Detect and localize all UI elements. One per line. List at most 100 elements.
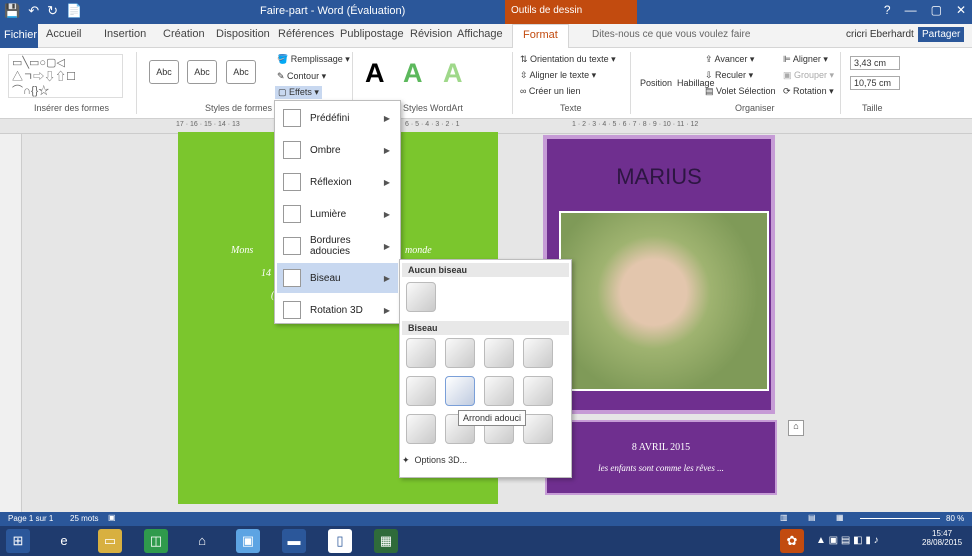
date-card[interactable]: 8 AVRIL 2015 les enfants sont comme les …: [545, 420, 777, 495]
share-button[interactable]: Partager: [918, 27, 965, 42]
help-icon[interactable]: ?: [884, 3, 891, 17]
folder-icon[interactable]: ▭: [98, 529, 122, 553]
name-card[interactable]: MARIUS: [543, 135, 775, 414]
app-icon[interactable]: ✿: [780, 529, 804, 553]
menu-item-reflection[interactable]: Réflexion ▶: [277, 167, 398, 197]
close-button[interactable]: ✕: [956, 3, 966, 17]
menu-item-soft-edges[interactable]: Bordures adoucies ▶: [277, 231, 398, 261]
bevel-option[interactable]: [406, 414, 436, 444]
photos-icon[interactable]: ▣: [236, 529, 260, 553]
effects-button[interactable]: ▢ Effets ▾: [275, 86, 322, 99]
page-count: Page 1 sur 1: [8, 514, 54, 523]
print-layout-icon[interactable]: ▤: [808, 513, 816, 522]
shapes-gallery[interactable]: ▭╲▭○▢◁ △ㄱ⇨⇩⇧☐ ⌒∩{}☆: [8, 54, 123, 98]
text-direction-button[interactable]: ⇅ Orientation du texte ▾: [520, 54, 616, 65]
monitor-icon[interactable]: ▬: [282, 529, 306, 553]
wordart-style-2[interactable]: A: [403, 58, 423, 89]
store-icon[interactable]: ◫: [144, 529, 168, 553]
zoom-level[interactable]: 80 %: [946, 514, 964, 523]
web-layout-icon[interactable]: ▦: [836, 513, 844, 522]
bevel-option[interactable]: [484, 338, 514, 368]
new-doc-icon[interactable]: 📄: [66, 3, 82, 19]
menu-item-bevel[interactable]: Biseau ▶: [277, 263, 398, 293]
tab-mailings[interactable]: Publipostage: [340, 28, 404, 40]
zoom-slider[interactable]: [860, 518, 940, 519]
baby-photo: [559, 211, 769, 391]
width-input[interactable]: 10,75 cm: [850, 76, 900, 90]
group-size: Taille: [862, 103, 883, 113]
align-button[interactable]: ⊫ Aligner ▾: [783, 54, 828, 65]
group-button[interactable]: ▣ Grouper ▾: [783, 70, 834, 81]
selection-pane-button[interactable]: ▤ Volet Sélection: [705, 86, 776, 97]
vertical-ruler: [0, 134, 22, 512]
tab-review[interactable]: Révision: [410, 28, 452, 40]
tab-references[interactable]: Références: [278, 28, 334, 40]
undo-icon[interactable]: ↶: [28, 3, 39, 19]
tab-format[interactable]: Format: [512, 24, 569, 49]
preset-icon: [283, 109, 301, 127]
wordart-style-3[interactable]: A: [443, 58, 463, 89]
status-bar: Page 1 sur 1 25 mots ▣ ▥ ▤ ▦ 80 %: [0, 512, 972, 526]
group-insert-shapes: Insérer des formes: [34, 103, 110, 113]
glow-icon: [283, 205, 301, 223]
tab-insert[interactable]: Insertion: [104, 28, 146, 40]
tab-view[interactable]: Affichage: [457, 28, 503, 40]
word-icon[interactable]: ▯: [328, 529, 352, 553]
bevel-option[interactable]: [406, 338, 436, 368]
group-shape-styles: Styles de formes: [205, 103, 273, 113]
tab-layout[interactable]: Disposition: [216, 28, 270, 40]
send-backward-button[interactable]: ⇩ Reculer ▾: [705, 70, 753, 81]
align-text-button[interactable]: ⇳ Aligner le texte ▾: [520, 70, 596, 81]
tray-icons[interactable]: ▲ ▣ ▤ ◧ ▮ ♪: [816, 535, 879, 546]
tab-creation[interactable]: Création: [163, 28, 205, 40]
menu-item-shadow[interactable]: Ombre ▶: [277, 135, 398, 165]
wordart-style-1[interactable]: A: [365, 58, 385, 89]
context-tab-label: Outils de dessin: [505, 0, 637, 24]
bevel-option[interactable]: [523, 338, 553, 368]
bevel-tooltip: Arrondi adouci: [458, 410, 527, 426]
shape-style-1[interactable]: Abc: [149, 60, 179, 84]
ribbon-tabs: Fichier Accueil Insertion Création Dispo…: [0, 24, 972, 49]
shape-style-2[interactable]: Abc: [187, 60, 217, 84]
effects-menu: Prédéfini ▶ Ombre ▶ Réflexion ▶ Lumière ▶ Bo…: [274, 100, 401, 324]
tab-home[interactable]: Accueil: [46, 28, 81, 40]
tell-me-input[interactable]: Dites-nous ce que vous voulez faire: [592, 29, 750, 40]
no-bevel-option[interactable]: [406, 282, 436, 312]
start-icon[interactable]: ⊞: [6, 529, 30, 553]
word-count: 25 mots: [70, 514, 99, 523]
redo-icon[interactable]: ↻: [47, 3, 58, 19]
position-button[interactable]: Position: [640, 78, 672, 88]
tab-file[interactable]: Fichier: [0, 24, 38, 48]
home-icon[interactable]: ⌂: [190, 529, 214, 553]
bevel-option[interactable]: [523, 414, 553, 444]
save-icon[interactable]: 💾: [4, 3, 20, 19]
height-input[interactable]: 3,43 cm: [850, 56, 900, 70]
bevel-option-soft-round[interactable]: [445, 376, 475, 406]
page-text-2: monde: [405, 245, 432, 256]
calculator-icon[interactable]: ▦: [374, 529, 398, 553]
proofing-icon[interactable]: ▣: [108, 513, 116, 522]
clock-time: 15:47: [932, 529, 953, 538]
create-link-button[interactable]: ∞ Créer un lien: [520, 86, 580, 96]
bevel-option[interactable]: [445, 338, 475, 368]
bevel-option[interactable]: [484, 376, 514, 406]
layout-options-icon[interactable]: ⌂: [788, 420, 804, 436]
fill-button[interactable]: 🪣 Remplissage ▾: [277, 54, 350, 65]
read-mode-icon[interactable]: ▥: [780, 513, 788, 522]
menu-item-preset[interactable]: Prédéfini ▶: [277, 103, 398, 133]
maximize-button[interactable]: ▢: [931, 3, 942, 17]
ie-icon[interactable]: e: [52, 529, 76, 553]
3d-options-link[interactable]: ✦ Options 3D...: [402, 455, 467, 466]
bring-forward-button[interactable]: ⇪ Avancer ▾: [705, 54, 754, 65]
shape-style-3[interactable]: Abc: [226, 60, 256, 84]
bevel-submenu: Aucun biseau Biseau: [399, 259, 572, 478]
minimize-button[interactable]: —: [905, 3, 917, 17]
bevel-option[interactable]: [523, 376, 553, 406]
menu-item-3d-rotation[interactable]: Rotation 3D ▶: [277, 295, 398, 325]
birth-date: 8 AVRIL 2015: [631, 442, 691, 453]
no-bevel-header: Aucun biseau: [402, 263, 569, 277]
rotate-button[interactable]: ⟳ Rotation ▾: [783, 86, 834, 97]
bevel-option[interactable]: [406, 376, 436, 406]
outline-button[interactable]: ✎ Contour ▾: [277, 71, 326, 82]
menu-item-glow[interactable]: Lumière ▶: [277, 199, 398, 229]
